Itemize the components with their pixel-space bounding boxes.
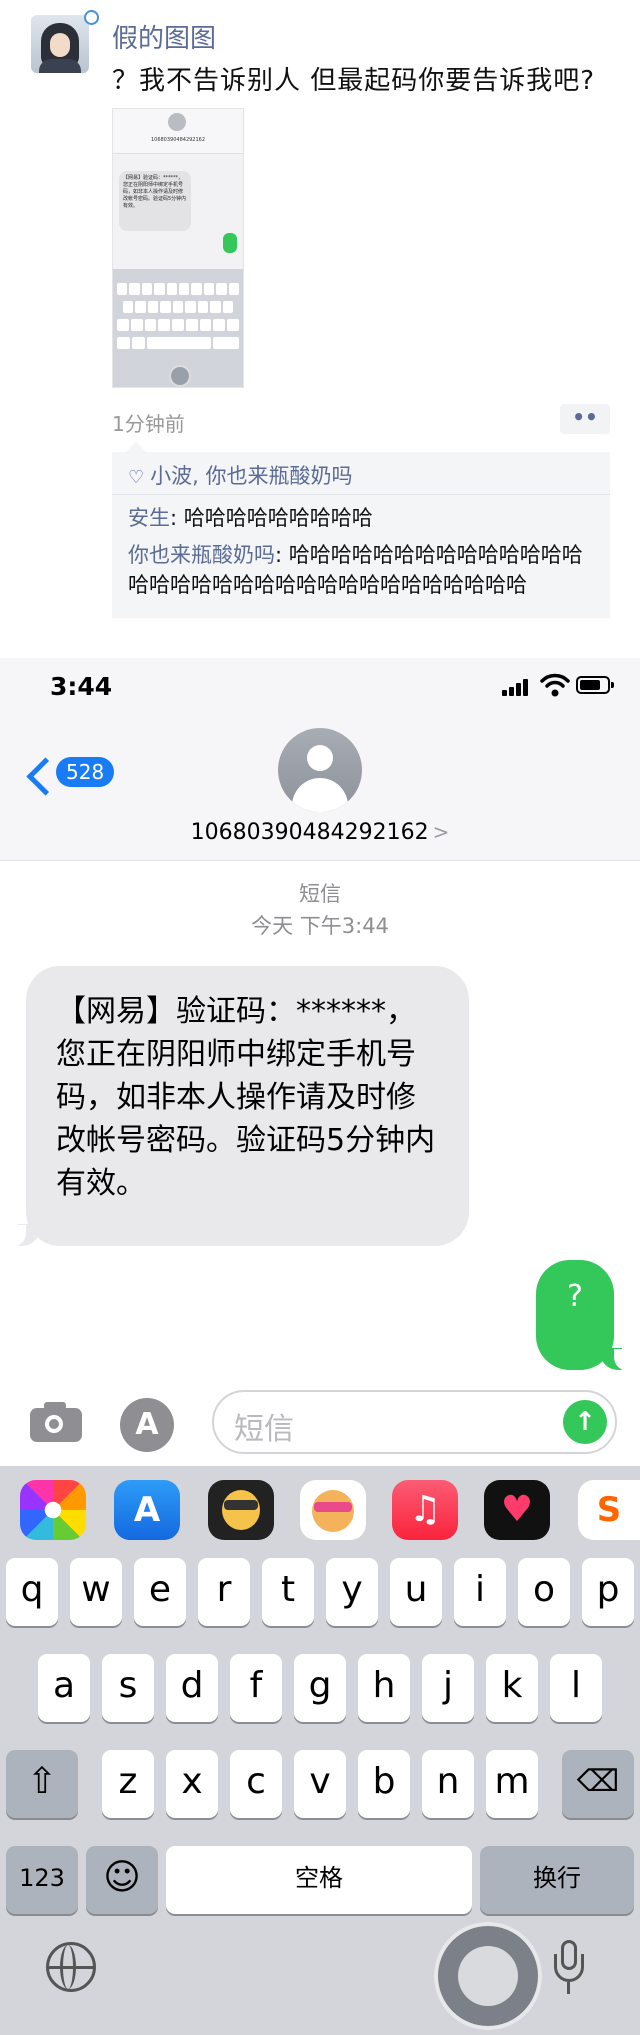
unread-count-badge: 528: [56, 757, 115, 787]
key-z[interactable]: z: [102, 1750, 154, 1818]
photos-app-icon[interactable]: [20, 1480, 86, 1540]
key-a[interactable]: a: [38, 1654, 90, 1722]
emoji-key[interactable]: ☺: [86, 1846, 158, 1914]
key-r[interactable]: r: [198, 1558, 250, 1626]
author-name[interactable]: 假的图图: [112, 18, 216, 55]
key-i[interactable]: i: [454, 1558, 506, 1626]
numbers-key[interactable]: 123: [6, 1846, 78, 1914]
key-e[interactable]: e: [134, 1558, 186, 1626]
key-v[interactable]: v: [294, 1750, 346, 1818]
messages-screenshot: 3:44 528 10680390484292162 > 短信 今天 下午3:44…: [0, 658, 640, 2035]
interaction-panel: ♡ 小波, 你也来瓶酸奶吗 安生: 哈哈哈哈哈哈哈哈哈 你也来瓶酸奶吗: 哈哈哈哈…: [112, 442, 610, 618]
incoming-message-text: 【网易】验证码：******，您正在阴阳师中绑定手机号码，如非本人操作请及时修改…: [56, 994, 436, 1201]
author-avatar[interactable]: [31, 15, 89, 73]
assistive-touch-button[interactable]: [434, 1922, 542, 2030]
key-k[interactable]: k: [486, 1654, 538, 1722]
key-p[interactable]: p: [582, 1558, 634, 1626]
key-g[interactable]: g: [294, 1654, 346, 1722]
comment-user[interactable]: 安生: [128, 506, 170, 530]
space-key[interactable]: 空格: [166, 1846, 472, 1914]
battery-icon: [576, 676, 614, 694]
key-s[interactable]: s: [102, 1654, 154, 1722]
comment-item[interactable]: 安生: 哈哈哈哈哈哈哈哈哈: [128, 502, 373, 532]
keyboard-bottom-bar: [0, 1922, 640, 2035]
camera-icon[interactable]: [28, 1398, 84, 1446]
wifi-icon: [540, 673, 570, 697]
key-c[interactable]: c: [230, 1750, 282, 1818]
status-ring-icon: [84, 10, 99, 25]
sogou-app-icon[interactable]: S: [578, 1480, 640, 1540]
app-store-icon[interactable]: A: [120, 1398, 174, 1452]
key-u[interactable]: u: [390, 1558, 442, 1626]
heart-icon: ♡: [128, 467, 145, 488]
likes-names[interactable]: 小波, 你也来瓶酸奶吗: [150, 464, 352, 488]
message-input[interactable]: 短信 ↑: [212, 1390, 617, 1454]
shift-key[interactable]: ⇧: [6, 1750, 78, 1818]
key-f[interactable]: f: [230, 1654, 282, 1722]
key-n[interactable]: n: [422, 1750, 474, 1818]
post-time: 1分钟前: [112, 412, 185, 436]
signal-icon: [502, 678, 530, 696]
chevron-right-icon: >: [432, 820, 450, 844]
key-x[interactable]: x: [166, 1750, 218, 1818]
key-b[interactable]: b: [358, 1750, 410, 1818]
globe-icon[interactable]: [46, 1942, 96, 1992]
message-timestamp: 今天 下午3:44: [251, 914, 389, 938]
key-y[interactable]: y: [326, 1558, 378, 1626]
keyboard: A ♫ ♥ S 123 ☺ 空格 换行 qwertyuiop asdfghjkl z…: [0, 1466, 640, 2035]
status-time: 3:44: [50, 672, 113, 701]
separator: [0, 648, 640, 658]
send-arrow-up-icon[interactable]: ↑: [563, 1400, 607, 1444]
key-j[interactable]: j: [422, 1654, 474, 1722]
key-q[interactable]: q: [6, 1558, 58, 1626]
likes-row: ♡ 小波, 你也来瓶酸奶吗: [128, 460, 353, 490]
app-drawer-row: A ♫ ♥ S: [0, 1480, 640, 1544]
key-t[interactable]: t: [262, 1558, 314, 1626]
comment-item[interactable]: 你也来瓶酸奶吗: 哈哈哈哈哈哈哈哈哈哈哈哈哈哈哈哈哈哈哈哈哈哈哈哈哈哈哈哈哈哈哈…: [128, 540, 598, 600]
contact-avatar[interactable]: [278, 728, 362, 812]
incoming-message-bubble[interactable]: 【网易】验证码：******，您正在阴阳师中绑定手机号码，如非本人操作请及时修改…: [10, 966, 469, 1247]
key-d[interactable]: d: [166, 1654, 218, 1722]
key-w[interactable]: w: [70, 1558, 122, 1626]
memoji-app-icon[interactable]: [208, 1480, 274, 1540]
social-post: 假的图图 ？我不告诉别人 但最起码你要告诉我吧? 106803904842921…: [0, 0, 640, 648]
message-input-placeholder: 短信: [234, 1412, 294, 1447]
microphone-icon[interactable]: [554, 1940, 584, 1996]
key-h[interactable]: h: [358, 1654, 410, 1722]
music-app-icon[interactable]: ♫: [392, 1480, 458, 1540]
animoji-app-icon[interactable]: [300, 1480, 366, 1540]
key-l[interactable]: l: [550, 1654, 602, 1722]
outgoing-message-bubble[interactable]: ?: [536, 1260, 630, 1371]
contact-number[interactable]: 10680390484292162 >: [0, 820, 640, 845]
divider: [112, 494, 610, 495]
key-o[interactable]: o: [518, 1558, 570, 1626]
comment-user[interactable]: 你也来瓶酸奶吗: [128, 543, 275, 567]
post-text: ？我不告诉别人 但最起码你要告诉我吧?: [112, 66, 596, 96]
comment-text: 哈哈哈哈哈哈哈哈哈: [183, 506, 373, 530]
outgoing-message-text: ?: [567, 1279, 583, 1314]
app-store-app-icon[interactable]: A: [114, 1480, 180, 1540]
return-key[interactable]: 换行: [480, 1846, 634, 1914]
more-actions-button[interactable]: ••: [560, 404, 610, 434]
back-button[interactable]: 528: [26, 755, 116, 796]
digital-touch-app-icon[interactable]: ♥: [484, 1480, 550, 1540]
key-m[interactable]: m: [486, 1750, 538, 1818]
contact-number-text: 10680390484292162: [190, 820, 429, 845]
delete-key[interactable]: ⌫: [562, 1750, 634, 1818]
message-type-label: 短信: [299, 882, 341, 906]
post-image-thumbnail[interactable]: 10680390484292162 【网易】验证码：******，您正在阴阳师中…: [112, 108, 244, 388]
